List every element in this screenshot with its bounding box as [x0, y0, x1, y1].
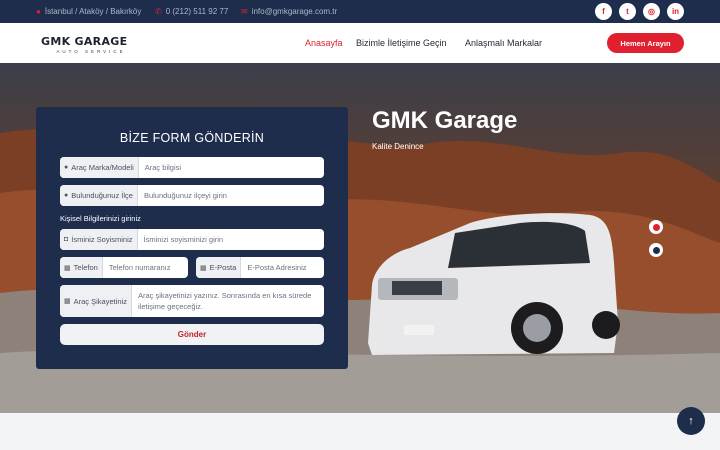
car-model-field[interactable]: ● Araç Marka/Modeli Araç bilgisi	[60, 157, 324, 178]
email-input[interactable]: E-Posta Adresiniz	[241, 263, 306, 272]
slider-dot-active-indicator	[652, 223, 660, 231]
personal-info-heading: Kişisel Bilgilerinizi giriniz	[60, 214, 141, 223]
site-logo[interactable]: GMK GARAGE AUTO SERVICE	[41, 35, 141, 54]
contact-form: BİZE FORM GÖNDERİN ● Araç Marka/Modeli A…	[36, 107, 348, 369]
social-links: f t ◎ in	[595, 3, 684, 20]
map-marker-icon: ●	[36, 6, 41, 16]
map-marker-icon: ●	[64, 164, 69, 171]
call-now-button[interactable]: Hemen Arayın	[607, 33, 684, 53]
phone-info[interactable]: ✆ 0 (212) 511 92 77	[155, 7, 228, 16]
linkedin-icon[interactable]: in	[667, 3, 684, 20]
name-label-text: İsminiz Soyisminiz	[71, 235, 133, 244]
nav-contact[interactable]: Bizimle İletişime Geçin	[356, 38, 447, 48]
arrow-up-icon: ↑	[688, 415, 694, 427]
calendar-icon: ▦	[200, 264, 207, 272]
slider-dot-1[interactable]	[649, 220, 663, 234]
name-label: ◘ İsminiz Soyisminiz	[60, 229, 138, 250]
email-label: ▦ E-Posta	[196, 257, 242, 278]
hero-title: GMK Garage	[372, 107, 518, 134]
name-input[interactable]: İsminizi soyisminizi girin	[138, 235, 224, 244]
map-marker-icon: ●	[64, 192, 69, 199]
district-label-text: Bulunduğunuz İlçe	[71, 191, 133, 200]
phone-text[interactable]: 0 (212) 511 92 77	[166, 7, 229, 16]
calendar-icon: ▦	[64, 264, 71, 272]
logo-sub-text: AUTO SERVICE	[56, 49, 126, 54]
nav-brands[interactable]: Anlaşmalı Markalar	[465, 38, 542, 48]
phone-field[interactable]: ▦ Telefon Telefon numaranız	[60, 257, 188, 278]
email-label-text: E-Posta	[209, 263, 237, 272]
hero-subtitle: Kalite Denince	[372, 142, 424, 151]
nav-home[interactable]: Anasayfa	[305, 38, 343, 48]
scroll-to-top-button[interactable]: ↑	[677, 407, 705, 435]
user-icon: ◘	[64, 236, 69, 243]
phone-label: ▦ Telefon	[60, 257, 103, 278]
envelope-icon: ✉	[241, 6, 248, 16]
complaint-field[interactable]: ▦ Araç Şikayetiniz Araç şikayetinizi yaz…	[60, 285, 324, 317]
facebook-icon[interactable]: f	[595, 3, 612, 20]
logo-main-text: GMK GARAGE	[41, 35, 128, 48]
complaint-label: ▦ Araç Şikayetiniz	[60, 285, 132, 317]
phone-icon: ✆	[155, 6, 162, 16]
complaint-textarea[interactable]: Araç şikayetinizi yazınız. Sonrasında en…	[132, 285, 322, 317]
slider-dot-indicator	[652, 246, 660, 254]
calendar-icon: ▦	[64, 298, 71, 305]
complaint-label-text: Araç Şikayetiniz	[73, 296, 127, 306]
form-title: BİZE FORM GÖNDERİN	[119, 131, 265, 145]
address-text: İstanbul / Ataköy / Bakırköy	[44, 7, 142, 16]
name-field[interactable]: ◘ İsminiz Soyisminiz İsminizi soyisminiz…	[60, 229, 324, 250]
district-label: ● Bulunduğunuz İlçe	[60, 185, 138, 206]
top-info-bar: ● İstanbul / Ataköy / Bakırköy ✆ 0 (212)…	[0, 0, 720, 23]
address-info: ● İstanbul / Ataköy / Bakırköy	[36, 7, 141, 16]
district-input[interactable]: Bulunduğunuz ilçeyi girin	[138, 191, 227, 200]
email-info[interactable]: ✉ info@gmkgarage.com.tr	[241, 7, 337, 16]
district-field[interactable]: ● Bulunduğunuz İlçe Bulunduğunuz ilçeyi …	[60, 185, 324, 206]
car-model-input[interactable]: Araç bilgisi	[139, 163, 181, 172]
hero-slider: BİZE FORM GÖNDERİN ● Araç Marka/Modeli A…	[0, 63, 720, 413]
phone-input[interactable]: Telefon numaranız	[103, 263, 171, 272]
submit-button[interactable]: Gönder	[60, 324, 324, 345]
email-text[interactable]: info@gmkgarage.com.tr	[252, 7, 338, 16]
twitter-icon[interactable]: t	[619, 3, 636, 20]
car-model-label-text: Araç Marka/Modeli	[71, 163, 134, 172]
email-field[interactable]: ▦ E-Posta E-Posta Adresiniz	[196, 257, 324, 278]
instagram-icon[interactable]: ◎	[643, 3, 660, 20]
slider-dot-2[interactable]	[649, 243, 663, 257]
phone-label-text: Telefon	[73, 263, 98, 272]
car-model-label: ● Araç Marka/Modeli	[60, 157, 139, 178]
main-header: GMK GARAGE AUTO SERVICE Anasayfa Bizimle…	[0, 23, 720, 63]
